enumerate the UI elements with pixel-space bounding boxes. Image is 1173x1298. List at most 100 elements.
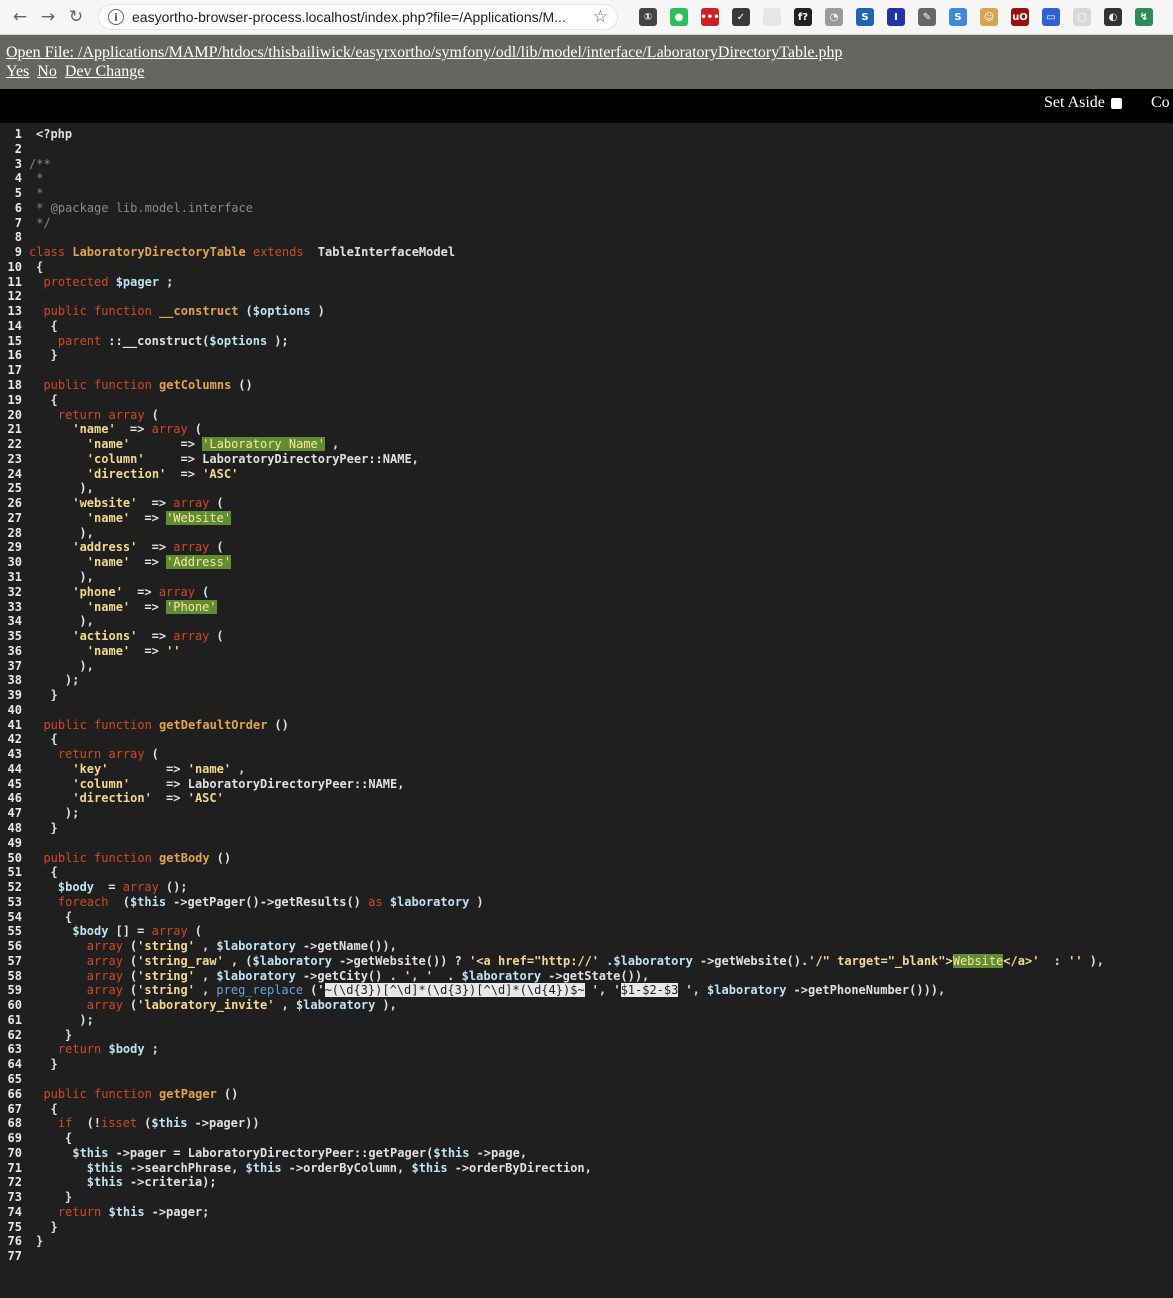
code-token: ), (36, 569, 94, 584)
code-token: => (115, 761, 188, 776)
line-number: 26 (7, 496, 22, 511)
code-text: public function getBody () (22, 851, 231, 865)
code-line: 42 { (0, 732, 1173, 747)
code-token: ->getWebsite(). (699, 953, 809, 968)
spy-extension-icon[interactable]: ◐ (1104, 8, 1122, 26)
code-token: array (29, 968, 123, 983)
open-file-link[interactable]: Open File: /Applications/MAMP/htdocs/thi… (6, 44, 843, 61)
stylus-extension-icon[interactable]: S (949, 8, 967, 26)
dev-file-header: Open File: /Applications/MAMP/htdocs/thi… (0, 35, 1173, 89)
fx-extension-icon[interactable]: f? (794, 8, 812, 26)
code-text: 'website' => array ( (22, 496, 224, 511)
line-number: 24 (7, 466, 22, 481)
code-token: array (173, 540, 210, 555)
code-line: 26 'website' => array ( (0, 496, 1173, 511)
code-token: : (1046, 953, 1069, 968)
blank-extension-icon[interactable] (763, 8, 781, 26)
code-token: => (137, 510, 167, 525)
code-token: * @package lib.model.interface (29, 200, 253, 215)
code-token: , (281, 998, 296, 1013)
yes-link[interactable]: Yes (6, 63, 29, 80)
code-token: ( (129, 939, 138, 954)
site-info-icon[interactable]: i (108, 9, 124, 25)
code-line: 3 /** (0, 157, 1173, 172)
code-line: 41 public function getDefaultOrder () (0, 718, 1173, 733)
bookmark-extension-icon[interactable]: I (887, 8, 905, 26)
code-text: 'column' => LaboratoryDirectoryPeer::NAM… (22, 452, 419, 466)
line-number: 76 (7, 1234, 22, 1249)
code-token: ) (476, 894, 484, 909)
reload-icon[interactable]: ↻ (64, 5, 88, 29)
ublock-icon[interactable]: uO (1011, 8, 1029, 26)
1password-icon[interactable]: ① (639, 8, 657, 26)
code-text: } (22, 1220, 57, 1234)
code-token: ( (122, 894, 130, 909)
code-token: extends (245, 245, 311, 260)
line-number: 54 (7, 909, 22, 924)
code-token: ->getState()), (548, 968, 650, 983)
code-token: '<a href="http://' (469, 953, 600, 968)
code-line: 35 'actions' => array ( (0, 629, 1173, 644)
code-line: 15 parent::__construct($options); (0, 334, 1173, 349)
code-token: $this (29, 1175, 123, 1190)
code-text: ), (22, 526, 93, 540)
code-token: = (101, 880, 123, 895)
lastpass-icon[interactable]: ••• (700, 8, 720, 26)
code-token: TableInterfaceModel (317, 245, 456, 260)
back-arrow-icon[interactable]: ← (8, 5, 32, 29)
code-token: ->pager)) (194, 1116, 260, 1131)
address-bar[interactable]: i easyortho-browser-process.localhost/in… (98, 4, 618, 30)
bookmark-star-icon[interactable]: ☆ (593, 7, 608, 27)
set-aside-checkbox[interactable] (1110, 97, 1122, 109)
code-text: { (22, 910, 72, 924)
code-token: $this (29, 1160, 123, 1175)
code-token: 'direction' (29, 791, 152, 806)
code-token: , (201, 939, 217, 954)
forward-arrow-icon[interactable]: → (36, 5, 60, 29)
code-text: } (22, 1234, 43, 1248)
line-number: 64 (7, 1057, 22, 1072)
calendar-extension-icon[interactable]: ▭ (1042, 8, 1060, 26)
tools-extension-icon[interactable]: ✎ (918, 8, 936, 26)
code-text: { (22, 1102, 57, 1116)
code-token: $body (29, 924, 109, 939)
code-line: 76} (0, 1234, 1173, 1249)
code-line: 11 protected $pager; (0, 275, 1173, 290)
code-token: 'laboratory_invite' (137, 998, 275, 1013)
code-token: 'address' (29, 540, 138, 555)
copy-extension-icon[interactable]: ▢ (1073, 8, 1091, 26)
line-number: 13 (7, 304, 22, 319)
code-token: ( (216, 496, 224, 511)
line-number: 39 (7, 688, 22, 703)
session-extension-icon[interactable]: S (856, 8, 874, 26)
code-token: ); (274, 333, 289, 348)
evernote-icon[interactable]: ● (670, 8, 688, 26)
code-token: () (274, 717, 289, 732)
line-number: 48 (7, 820, 22, 835)
face-extension-icon[interactable]: ☺ (980, 8, 998, 26)
shortcut-extension-icon[interactable]: ↯ (1135, 8, 1153, 26)
code-token: getBody (159, 850, 210, 865)
code-text: ), (22, 614, 93, 628)
line-number: 14 (7, 318, 22, 333)
code-line: 67 { (0, 1102, 1173, 1117)
code-text: 'name' => '' (22, 644, 181, 658)
set-aside-control[interactable]: Set Aside (1044, 94, 1122, 112)
line-number: 72 (7, 1175, 22, 1190)
code-token: ', ' (404, 968, 433, 983)
pocket-icon[interactable]: ✓ (732, 8, 750, 26)
code-token: { (36, 392, 58, 407)
code-token: 'phone' (29, 584, 123, 599)
code-text: protected $pager; (22, 275, 173, 289)
code-token: ( (201, 584, 210, 599)
url-text[interactable]: easyortho-browser-process.localhost/inde… (132, 9, 592, 25)
line-number: 59 (7, 983, 22, 998)
clock-extension-icon[interactable]: ◔ (825, 8, 843, 26)
code-token: 'direction' (29, 466, 167, 481)
code-token: return (29, 1204, 109, 1219)
code-token: /** (29, 156, 51, 171)
code-line: 20 return array ( (0, 408, 1173, 423)
dev-change-link[interactable]: Dev Change (65, 63, 145, 80)
no-link[interactable]: No (37, 63, 57, 80)
code-token: 'Phone' (166, 599, 217, 614)
